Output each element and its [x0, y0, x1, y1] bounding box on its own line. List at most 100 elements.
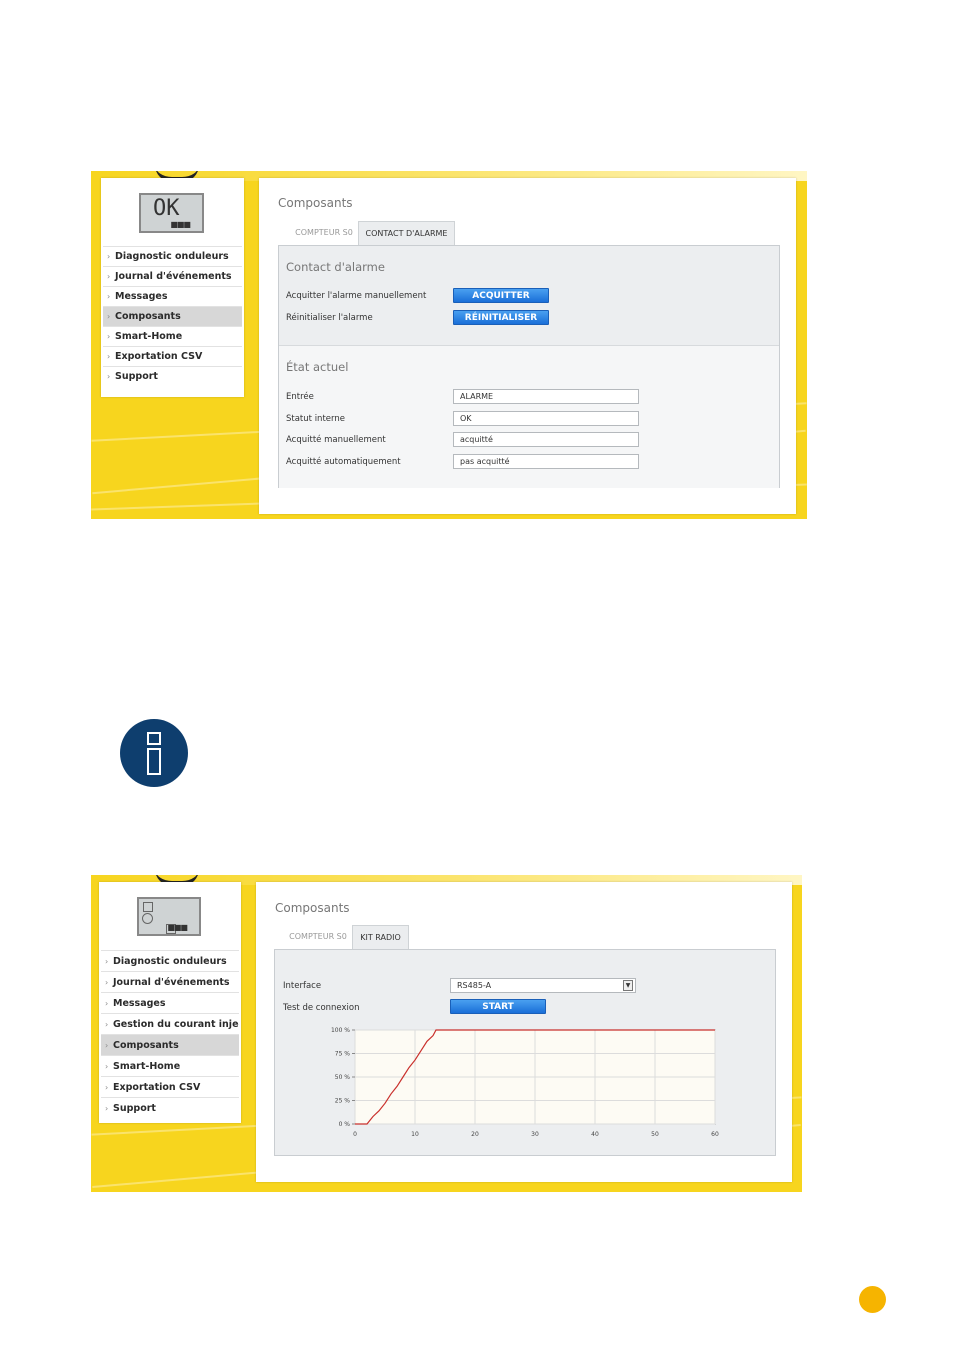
- sidebar: ■■■ › Diagnostic onduleurs › Journal d'évé…: [99, 882, 241, 1123]
- sidebar-item-label: Smart-Home: [113, 1061, 181, 1072]
- sidebar-item-diagnostic[interactable]: › Diagnostic onduleurs: [103, 246, 242, 266]
- chart-y-tick-label: 75 %: [335, 1051, 351, 1058]
- chevron-right-icon: ›: [107, 292, 111, 301]
- sidebar-item-label: Composants: [115, 311, 181, 322]
- chart-y-ticks: 0 % 25 % 50 % 75 % 100 %: [331, 1027, 350, 1128]
- chart-x-tick-label: 0: [353, 1131, 357, 1138]
- status-display: ■■■: [137, 897, 201, 936]
- chart-x-tick-label: 20: [471, 1131, 479, 1138]
- chevron-right-icon: ›: [107, 252, 111, 261]
- display-dots: ■■■: [170, 220, 191, 229]
- chart-x-tick-label: 60: [711, 1131, 719, 1138]
- auto-ack-field: pas acquitté: [453, 454, 639, 469]
- sidebar-item-label: Diagnostic onduleurs: [113, 956, 227, 967]
- info-icon: [120, 719, 188, 787]
- sidebar-item-support[interactable]: › Support: [103, 366, 242, 386]
- chevron-right-icon: ›: [105, 957, 109, 966]
- section-title-alarm: Contact d'alarme: [286, 260, 385, 274]
- sidebar-item-composants[interactable]: › Composants: [101, 1034, 239, 1055]
- alarm-panel: Contact d'alarme Acquitter l'alarme manu…: [278, 245, 780, 488]
- reset-label: Réinitialiser l'alarme: [286, 313, 373, 323]
- sidebar-item-label: Journal d'événements: [115, 271, 232, 282]
- internal-status-label: Statut interne: [286, 414, 345, 424]
- screenshot-alarm-contact: OK ■■■ › Diagnostic onduleurs › Journal d'…: [91, 171, 807, 519]
- sidebar-item-label: Smart-Home: [115, 331, 183, 342]
- acknowledge-button[interactable]: ACQUITTER: [453, 288, 549, 303]
- sidebar-nav: › Diagnostic onduleurs › Journal d'événeme…: [101, 950, 239, 1118]
- sidebar-item-feed-in-management[interactable]: › Gestion du courant injecté: [101, 1013, 239, 1034]
- tab-compteur-s0[interactable]: COMPTEUR S0: [283, 925, 353, 949]
- info-icon-dot: [147, 732, 161, 745]
- chart-x-tick-label: 50: [651, 1131, 659, 1138]
- chart-y-tick-label: 0 %: [339, 1121, 351, 1128]
- info-icon-bar: [147, 748, 161, 775]
- chart-y-tick-label: 25 %: [335, 1098, 351, 1105]
- chevron-right-icon: ›: [105, 1083, 109, 1092]
- sidebar-item-export-csv[interactable]: › Exportation CSV: [103, 346, 242, 366]
- sidebar-item-label: Gestion du courant injecté: [113, 1019, 239, 1030]
- sidebar-item-label: Exportation CSV: [113, 1082, 201, 1093]
- chevron-right-icon: ›: [107, 272, 111, 281]
- input-label: Entrée: [286, 392, 314, 402]
- acknowledge-label: Acquitter l'alarme manuellement: [286, 291, 427, 301]
- input-field: ALARME: [453, 389, 639, 404]
- page-title: Composants: [275, 901, 350, 915]
- chart-y-tick-label: 50 %: [335, 1074, 351, 1081]
- chevron-right-icon: ›: [105, 999, 109, 1008]
- page-indicator-dot: [859, 1286, 886, 1313]
- internal-status-field: OK: [453, 411, 639, 426]
- chart-x-tick-label: 30: [531, 1131, 539, 1138]
- sidebar-item-smart-home[interactable]: › Smart-Home: [101, 1055, 239, 1076]
- page-title: Composants: [278, 196, 353, 210]
- sidebar-item-smart-home[interactable]: › Smart-Home: [103, 326, 242, 346]
- chevron-right-icon: ›: [107, 312, 111, 321]
- sidebar-item-export-csv[interactable]: › Exportation CSV: [101, 1076, 239, 1097]
- chevron-right-icon: ›: [105, 1041, 109, 1050]
- chevron-right-icon: ›: [105, 1062, 109, 1071]
- manual-ack-field: acquitté: [453, 432, 639, 447]
- screenshot-radio-kit: ■■■ › Diagnostic onduleurs › Journal d'évé…: [91, 875, 802, 1192]
- sidebar-item-journal[interactable]: › Journal d'événements: [103, 266, 242, 286]
- chart-y-tick-label: 100 %: [331, 1027, 350, 1034]
- chevron-right-icon: ›: [105, 978, 109, 987]
- signal-chart: 0 % 25 % 50 % 75 % 100 % 0 10 20 30 40 50 60: [331, 1027, 719, 1138]
- start-button[interactable]: START: [450, 999, 546, 1014]
- state-section: État actuel Entrée ALARME Statut interne…: [279, 345, 779, 488]
- tab-bar: COMPTEUR S0 CONTACT D'ALARME: [278, 221, 778, 245]
- connection-test-label: Test de connexion: [283, 1003, 360, 1013]
- interface-select[interactable]: RS485-A ▼: [450, 978, 636, 993]
- sidebar: OK ■■■ › Diagnostic onduleurs › Journal d'…: [101, 178, 244, 397]
- sidebar-item-label: Diagnostic onduleurs: [115, 251, 229, 262]
- main-content: Composants COMPTEUR S0 KIT RADIO Interfa…: [256, 882, 792, 1182]
- dropdown-arrow-icon[interactable]: ▼: [623, 980, 633, 991]
- sidebar-item-label: Messages: [115, 291, 168, 302]
- manual-ack-label: Acquitté manuellement: [286, 435, 386, 445]
- sidebar-item-label: Journal d'événements: [113, 977, 230, 988]
- sidebar-item-messages[interactable]: › Messages: [101, 992, 239, 1013]
- tab-kit-radio[interactable]: KIT RADIO: [352, 925, 409, 949]
- chevron-right-icon: ›: [107, 352, 111, 361]
- section-title-state: État actuel: [286, 360, 349, 374]
- tab-compteur-s0[interactable]: COMPTEUR S0: [286, 221, 362, 245]
- sidebar-nav: › Diagnostic onduleurs › Journal d'événeme…: [103, 246, 242, 386]
- chart-x-ticks: 0 10 20 30 40 50 60: [353, 1131, 719, 1138]
- sidebar-item-journal[interactable]: › Journal d'événements: [101, 971, 239, 992]
- sidebar-item-label: Messages: [113, 998, 166, 1009]
- interface-select-value: RS485-A: [457, 981, 492, 990]
- radio-panel: Interface RS485-A ▼ Test de connexion ST…: [274, 949, 776, 1156]
- display-dots: ■■■: [167, 923, 188, 932]
- chart-x-tick-label: 40: [591, 1131, 599, 1138]
- tab-bar: COMPTEUR S0 KIT RADIO: [275, 925, 775, 949]
- sidebar-item-support[interactable]: › Support: [101, 1097, 239, 1118]
- reset-button[interactable]: RÉINITIALISER: [453, 310, 549, 325]
- sidebar-item-label: Support: [113, 1103, 156, 1114]
- chevron-right-icon: ›: [105, 1020, 109, 1029]
- tab-contact-alarme[interactable]: CONTACT D'ALARME: [358, 221, 455, 245]
- sidebar-item-label: Composants: [113, 1040, 179, 1051]
- sidebar-item-composants[interactable]: › Composants: [103, 306, 242, 326]
- interface-label: Interface: [283, 981, 322, 991]
- chevron-right-icon: ›: [105, 1104, 109, 1113]
- sidebar-item-diagnostic[interactable]: › Diagnostic onduleurs: [101, 950, 239, 971]
- sidebar-item-messages[interactable]: › Messages: [103, 286, 242, 306]
- main-content: Composants COMPTEUR S0 CONTACT D'ALARME …: [259, 178, 796, 514]
